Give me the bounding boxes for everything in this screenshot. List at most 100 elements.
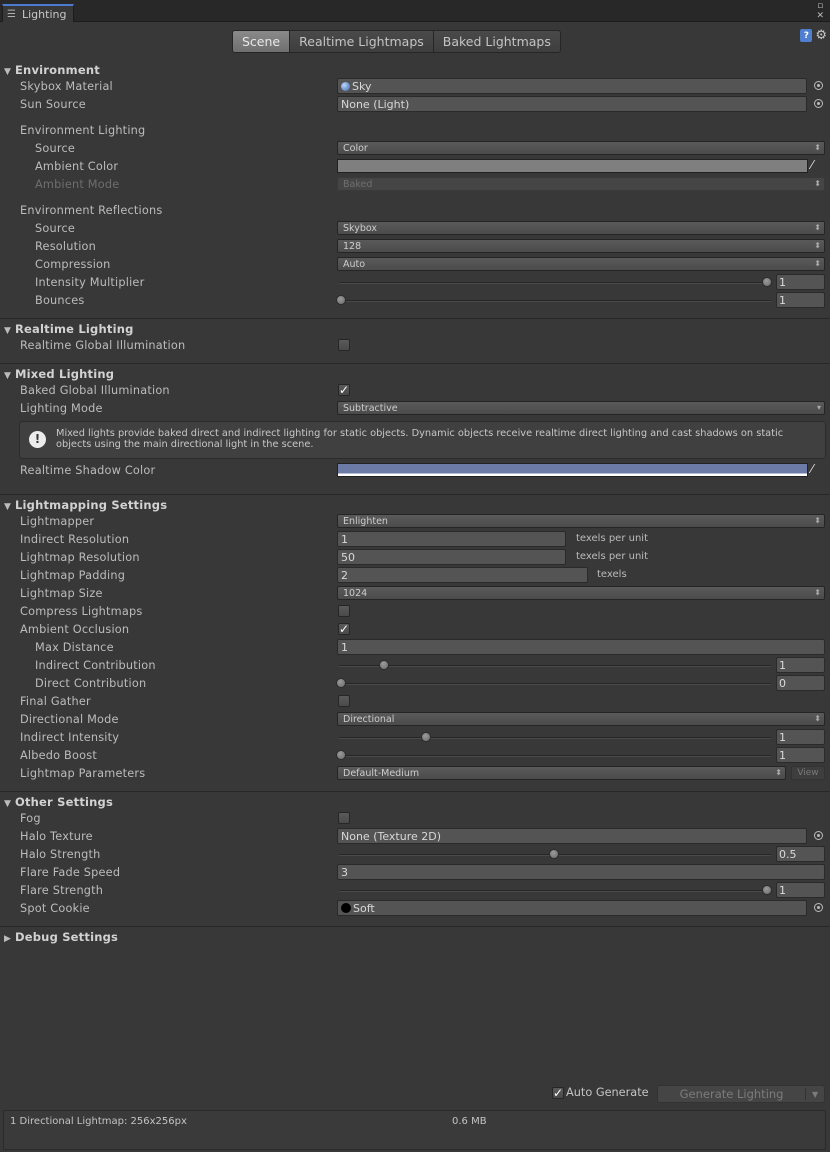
slider-track[interactable] <box>339 665 771 667</box>
section-other-settings[interactable]: ▼ Other Settings <box>4 795 113 809</box>
indirect-contribution-field[interactable]: 1 <box>776 657 825 673</box>
sun-source-field[interactable]: None (Light) <box>337 96 807 112</box>
slider-track[interactable] <box>339 737 771 739</box>
sun-source-label: Sun Source <box>20 98 86 111</box>
bounces-field[interactable]: 1 <box>776 292 825 308</box>
compression-dropdown[interactable]: Auto ⬍ <box>337 257 825 271</box>
baked-gi-checkbox[interactable]: ✓ <box>338 384 350 396</box>
env-lighting-subheader: Environment Lighting <box>20 124 146 137</box>
slider-track[interactable] <box>339 300 771 302</box>
final-gather-checkbox[interactable] <box>338 695 350 707</box>
indirect-resolution-row: Indirect Resolution 1 texels per unit <box>20 531 648 547</box>
dropdown-arrow-icon: ⬍ <box>775 768 782 777</box>
object-picker-icon[interactable] <box>814 903 823 912</box>
flare-strength-field[interactable]: 1 <box>776 882 825 898</box>
lightmap-resolution-row: Lightmap Resolution 50 texels per unit <box>20 549 648 565</box>
env-reflections-subheader: Environment Reflections <box>20 204 163 217</box>
tab-baked-lightmaps[interactable]: Baked Lightmaps <box>432 30 561 53</box>
section-lightmapping-settings[interactable]: ▼ Lightmapping Settings <box>4 498 167 512</box>
divider <box>0 363 830 364</box>
section-mixed-lighting[interactable]: ▼ Mixed Lighting <box>4 367 114 381</box>
directional-mode-dropdown[interactable]: Directional ⬍ <box>337 712 825 726</box>
tab-scene[interactable]: Scene <box>232 30 291 53</box>
shadow-color-swatch[interactable] <box>337 463 808 477</box>
slider-thumb[interactable] <box>379 660 389 670</box>
indirect-intensity-field[interactable]: 1 <box>776 729 825 745</box>
auto-generate-toggle[interactable]: ✓ Auto Generate <box>552 1086 649 1099</box>
tab-realtime-lightmaps[interactable]: Realtime Lightmaps <box>289 30 434 53</box>
ambient-occlusion-checkbox[interactable]: ✓ <box>338 623 350 635</box>
refl-source-dropdown[interactable]: Skybox ⬍ <box>337 221 825 235</box>
window-controls: ▫ ✕ <box>816 1 824 21</box>
dropdown-arrow-icon: ⬍ <box>814 143 821 152</box>
compress-lightmaps-checkbox[interactable] <box>338 605 350 617</box>
slider-track[interactable] <box>339 755 771 757</box>
help-icon[interactable]: ? <box>800 29 813 42</box>
lighting-mode-dropdown[interactable]: Subtractive ▾ <box>337 401 825 415</box>
slider-track[interactable] <box>339 683 771 685</box>
ambient-color-row: Ambient Color ⁄ <box>0 158 830 175</box>
slider-thumb[interactable] <box>336 295 346 305</box>
lightmap-status-panel: 1 Directional Lightmap: 256x256px 0.6 MB <box>3 1110 826 1150</box>
fog-row: Fog <box>0 810 830 827</box>
section-environment[interactable]: ▼ Environment <box>4 63 100 77</box>
indirect-contribution-row: Indirect Contribution 1 <box>0 657 830 674</box>
lightmap-size-dropdown[interactable]: 1024 ⬍ <box>337 586 825 600</box>
section-realtime-lighting[interactable]: ▼ Realtime Lighting <box>4 322 134 336</box>
halo-texture-field[interactable]: None (Texture 2D) <box>337 828 807 844</box>
halo-strength-field[interactable]: 0.5 <box>776 846 825 862</box>
lightmapper-dropdown[interactable]: Enlighten ⬍ <box>337 514 825 528</box>
lighting-tab[interactable]: ☰ Lighting <box>2 4 74 22</box>
mixed-lighting-helpbox: ! Mixed lights provide baked direct and … <box>19 421 826 459</box>
fog-checkbox[interactable] <box>338 812 350 824</box>
divider <box>0 494 830 495</box>
direct-contribution-field[interactable]: 0 <box>776 675 825 691</box>
generate-lighting-button[interactable]: Generate Lighting ▼ <box>657 1085 825 1103</box>
slider-thumb[interactable] <box>549 849 559 859</box>
dropdown-arrow-icon[interactable]: ▼ <box>806 1090 824 1099</box>
foldout-open-icon: ▼ <box>4 799 12 809</box>
slider-track[interactable] <box>339 890 771 892</box>
resolution-dropdown[interactable]: 128 ⬍ <box>337 239 825 253</box>
lightmap-padding-row: Lightmap Padding 2 texels <box>20 567 627 583</box>
realtime-gi-checkbox[interactable] <box>338 339 350 351</box>
object-picker-icon[interactable] <box>814 831 823 840</box>
intensity-multiplier-field[interactable]: 1 <box>776 274 825 290</box>
ambient-color-swatch[interactable] <box>337 159 808 173</box>
section-debug-settings[interactable]: ▶ Debug Settings <box>4 930 118 944</box>
halo-strength-row: Halo Strength 0.5 <box>0 846 830 863</box>
object-picker-icon[interactable] <box>814 99 823 108</box>
slider-thumb[interactable] <box>336 678 346 688</box>
final-gather-row: Final Gather <box>0 693 830 710</box>
flare-fade-speed-field[interactable]: 3 <box>337 864 825 880</box>
slider-track[interactable] <box>339 282 771 284</box>
eyedropper-icon[interactable]: ⁄ <box>811 159 825 173</box>
albedo-boost-field[interactable]: 1 <box>776 747 825 763</box>
auto-generate-checkbox[interactable]: ✓ <box>552 1086 564 1099</box>
spot-cookie-field[interactable]: Soft <box>337 900 807 916</box>
lightmap-parameters-dropdown[interactable]: Default-Medium ⬍ <box>337 766 786 780</box>
lightmap-resolution-field[interactable]: 50 <box>337 549 566 565</box>
dropdown-arrow-icon: ⬍ <box>814 241 821 250</box>
view-button[interactable]: View <box>791 766 825 780</box>
object-picker-icon[interactable] <box>814 81 823 90</box>
eyedropper-icon[interactable]: ⁄ <box>811 463 825 477</box>
lightmap-padding-field[interactable]: 2 <box>337 567 588 583</box>
slider-thumb[interactable] <box>421 732 431 742</box>
sun-source-row: Sun Source None (Light) <box>0 96 830 113</box>
slider-thumb[interactable] <box>762 277 772 287</box>
direct-contribution-row: Direct Contribution 0 <box>0 675 830 692</box>
env-source-dropdown[interactable]: Color ⬍ <box>337 141 825 155</box>
indirect-resolution-field[interactable]: 1 <box>337 531 566 547</box>
slider-thumb[interactable] <box>762 885 772 895</box>
max-distance-row: Max Distance 1 <box>0 639 830 656</box>
slider-thumb[interactable] <box>336 750 346 760</box>
ambient-occlusion-row: Ambient Occlusion ✓ <box>20 622 350 636</box>
halo-texture-row: Halo Texture None (Texture 2D) <box>0 828 830 845</box>
skybox-material-field[interactable]: Sky <box>337 78 807 94</box>
max-distance-field[interactable]: 1 <box>337 639 825 655</box>
close-icon[interactable]: ✕ <box>816 11 824 21</box>
maximize-icon[interactable]: ▫ <box>816 1 824 11</box>
env-source-row: Source Color ⬍ <box>0 140 830 157</box>
gear-icon[interactable]: ⚙ <box>815 29 827 42</box>
